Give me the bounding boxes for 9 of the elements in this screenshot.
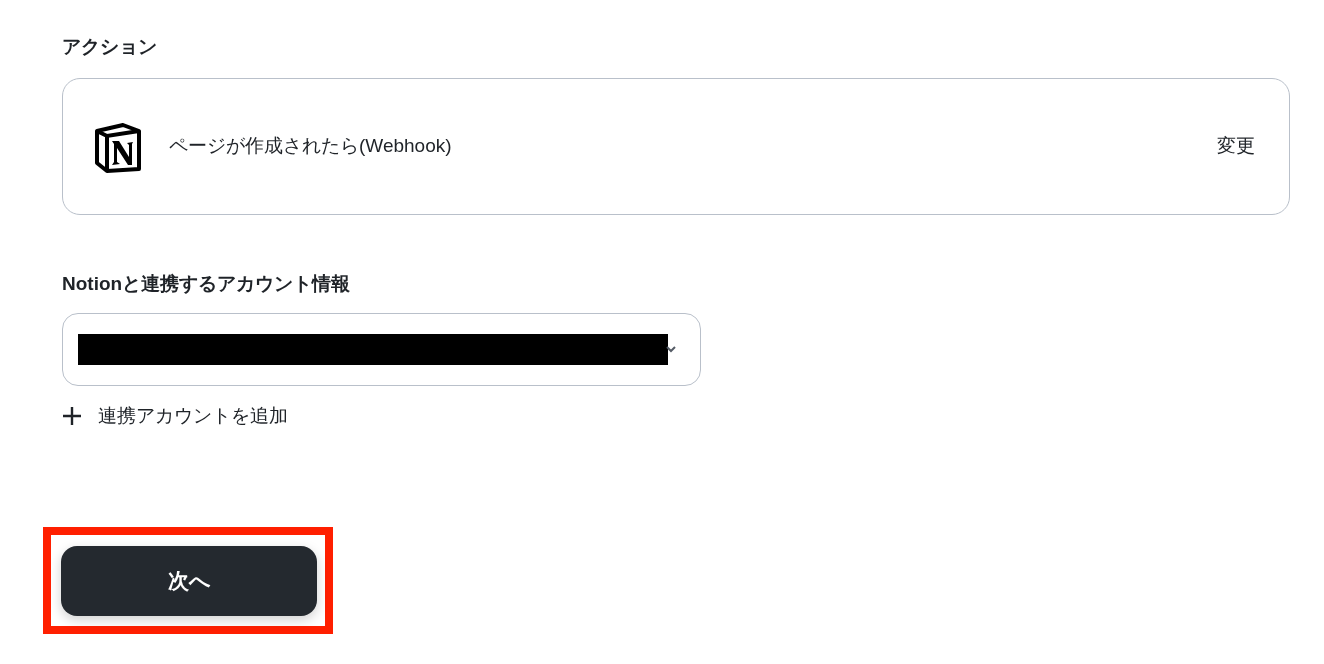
- chevron-down-icon: [666, 345, 676, 353]
- field-label: Notionと連携するアカウント情報: [62, 272, 352, 296]
- section-heading: アクション: [62, 35, 158, 59]
- plus-icon: [62, 406, 82, 427]
- action-title: ページが作成されたら(Webhook): [169, 134, 453, 159]
- account-select[interactable]: [62, 313, 701, 386]
- next-button[interactable]: 次へ: [61, 545, 317, 616]
- add-account-link[interactable]: 連携アカウントを追加: [62, 402, 288, 431]
- change-button[interactable]: 変更: [1217, 132, 1255, 161]
